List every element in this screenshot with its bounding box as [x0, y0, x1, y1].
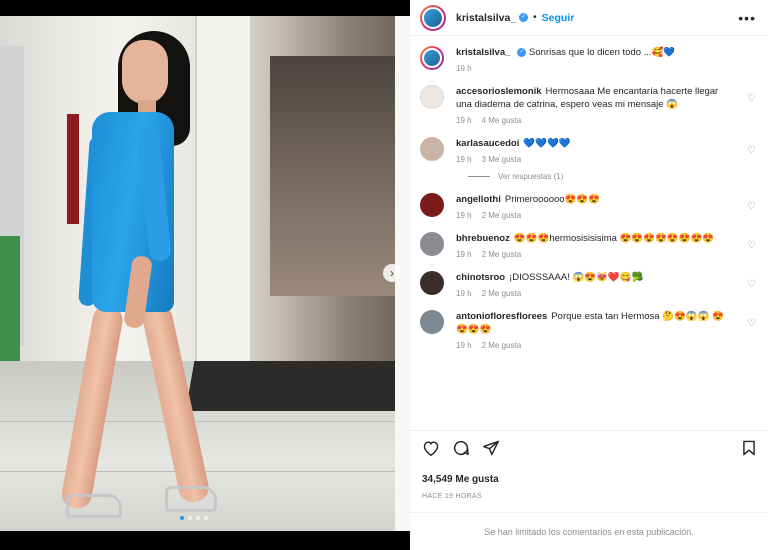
- commenter-avatar[interactable]: [420, 85, 444, 109]
- comment-like-heart-icon[interactable]: ♡: [747, 145, 756, 156]
- comment: bhrebuenoz 😍😍😍hermosisisisima 😍😍😍😍😍😍😍😍 19…: [420, 232, 756, 259]
- carousel-dot: [180, 516, 184, 520]
- verified-badge-icon: ✓: [519, 13, 529, 22]
- carousel-next-button[interactable]: ›: [383, 264, 401, 282]
- caption: kristalsilva_ ✓ Sonrisas que lo dicen tod…: [420, 46, 756, 73]
- view-replies-button[interactable]: Ver respuestas (1): [468, 172, 756, 181]
- comment-likes[interactable]: 2 Me gusta: [482, 289, 522, 298]
- background-sign: [0, 236, 20, 366]
- comment: chinotsroo ¡DIOSSSAAA! 😱😍😻❤️😋🥦 19 h 2 Me g…: [420, 271, 756, 298]
- author-avatar[interactable]: [420, 4, 446, 31]
- bookmark-icon[interactable]: [742, 440, 756, 461]
- background-door: [195, 16, 250, 366]
- commenter-avatar[interactable]: [420, 193, 444, 217]
- post-header: kristalsilva_ ✓ • Seguir •••: [410, 0, 768, 36]
- commenter-avatar[interactable]: [420, 232, 444, 256]
- carousel-dot: [188, 516, 192, 520]
- commenter-username[interactable]: angellothi: [456, 194, 501, 205]
- caption-avatar[interactable]: [420, 46, 444, 70]
- comment-time: 19 h: [456, 155, 472, 164]
- like-count[interactable]: 34,549 Me gusta: [422, 474, 756, 485]
- header-separator: •: [533, 12, 537, 23]
- verified-badge-icon: ✓: [517, 47, 527, 57]
- follow-button[interactable]: Seguir: [542, 12, 575, 24]
- silver-heel-left: [66, 494, 122, 518]
- comment-text: 💙💙💙💙: [523, 138, 571, 149]
- commenter-username[interactable]: antoniofloresflorees: [456, 311, 547, 322]
- background-corridor: [270, 56, 410, 296]
- comment-likes[interactable]: 3 Me gusta: [482, 155, 522, 164]
- comment-likes[interactable]: 2 Me gusta: [482, 250, 522, 259]
- comment: antoniofloresflorees Porque esta tan Herm…: [420, 310, 756, 350]
- commenter-avatar[interactable]: [420, 310, 444, 334]
- comment-likes[interactable]: 4 Me gusta: [482, 116, 522, 125]
- comment-like-heart-icon[interactable]: ♡: [747, 279, 756, 290]
- background-mat: [185, 361, 410, 411]
- comment-like-heart-icon[interactable]: ♡: [747, 93, 756, 104]
- comments-list[interactable]: kristalsilva_ ✓ Sonrisas que lo dicen tod…: [410, 36, 768, 426]
- woman-face: [122, 40, 168, 104]
- caption-text: Sonrisas que lo dicen todo ...🥰💙: [529, 47, 676, 58]
- commenter-username[interactable]: chinotsroo: [456, 272, 505, 283]
- comment-time: 19 h: [456, 250, 472, 259]
- comment-text: Primeroooooo😍😍😍: [504, 194, 601, 205]
- commenter-username[interactable]: accesorioslemonik: [456, 86, 542, 97]
- post-timestamp: HACE 19 HORAS: [422, 493, 482, 500]
- comment-like-heart-icon[interactable]: ♡: [747, 318, 756, 329]
- replies-divider: [468, 176, 490, 177]
- caption-username[interactable]: kristalsilva_: [456, 47, 510, 58]
- comment-likes[interactable]: 2 Me gusta: [482, 211, 522, 220]
- caption-time: 19 h: [456, 64, 472, 73]
- commenter-avatar[interactable]: [420, 271, 444, 295]
- background-fire-box: [67, 114, 79, 224]
- post-media: ›: [0, 0, 410, 550]
- post-sidebar: kristalsilva_ ✓ • Seguir ••• kristalsilv…: [410, 0, 768, 550]
- comment: accesorioslemonik Hermosaaa Me encantaría…: [420, 85, 756, 125]
- comments-limited-notice: Se han limitado los comentarios en esta …: [410, 512, 768, 537]
- silver-heel-right: [165, 486, 217, 512]
- comment-time: 19 h: [456, 341, 472, 350]
- view-replies-label: Ver respuestas (1): [498, 172, 564, 181]
- comment-like-heart-icon[interactable]: ♡: [747, 240, 756, 251]
- comment-icon[interactable]: [452, 439, 470, 462]
- comment-time: 19 h: [456, 116, 472, 125]
- comment: karlasaucedoi 💙💙💙💙 19 h 3 Me gusta ♡: [420, 137, 756, 164]
- carousel-dot: [204, 516, 208, 520]
- commenter-username[interactable]: bhrebuenoz: [456, 233, 510, 244]
- comment: angellothi Primeroooooo😍😍😍 19 h 2 Me gusta…: [420, 193, 756, 220]
- more-options-icon[interactable]: •••: [738, 10, 756, 26]
- comment-likes[interactable]: 2 Me gusta: [482, 341, 522, 350]
- carousel-dots: [180, 516, 208, 520]
- comment-time: 19 h: [456, 211, 472, 220]
- commenter-avatar[interactable]: [420, 137, 444, 161]
- paper-plane-icon[interactable]: [482, 440, 500, 461]
- commenter-username[interactable]: karlasaucedoi: [456, 138, 519, 149]
- author-username[interactable]: kristalsilva_: [456, 12, 516, 24]
- comment-text: ¡DIOSSSAAA! 😱😍😻❤️😋🥦: [509, 272, 644, 283]
- post-photo[interactable]: [0, 16, 410, 531]
- heart-outline-icon[interactable]: [422, 440, 440, 461]
- carousel-dot: [196, 516, 200, 520]
- comment-text: 😍😍😍hermosisisisima 😍😍😍😍😍😍😍😍: [513, 233, 715, 244]
- post-actions: 34,549 Me gusta HACE 19 HORAS: [410, 430, 768, 500]
- comment-like-heart-icon[interactable]: ♡: [747, 201, 756, 212]
- comment-time: 19 h: [456, 289, 472, 298]
